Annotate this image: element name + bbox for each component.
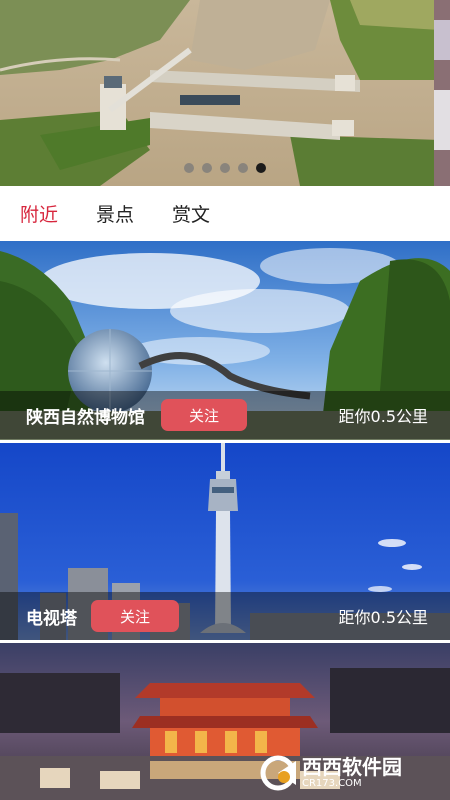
tab-attractions[interactable]: 景点	[96, 200, 134, 227]
place-name: 电视塔	[26, 608, 77, 629]
carousel-dot-active[interactable]	[256, 163, 266, 173]
banner-image	[0, 0, 450, 186]
banner-carousel[interactable]	[0, 0, 450, 186]
follow-button[interactable]: 关注	[91, 600, 179, 632]
carousel-dot[interactable]	[238, 163, 248, 173]
watermark-url: CR173.COM	[302, 778, 362, 789]
next-slide-peek	[434, 0, 450, 186]
carousel-dot[interactable]	[202, 163, 212, 173]
tab-nearby[interactable]: 附近	[20, 200, 58, 227]
follow-button[interactable]: 关注	[161, 399, 247, 431]
tab-culture[interactable]: 赏文	[172, 200, 210, 227]
place-info-bar: 陕西自然博物馆 关注 距你0.5公里	[0, 391, 450, 439]
carousel-dot[interactable]	[220, 163, 230, 173]
place-card-museum[interactable]: 陕西自然博物馆 关注 距你0.5公里	[0, 241, 450, 440]
watermark-brand: 西西软件园	[302, 755, 402, 779]
watermark-logo-icon	[260, 755, 296, 791]
place-card-tv-tower[interactable]: 电视塔 关注 距你0.5公里	[0, 443, 450, 640]
place-distance: 距你0.5公里	[338, 608, 428, 627]
watermark: 西西软件园 CR173.COM	[258, 752, 438, 794]
place-name: 陕西自然博物馆	[26, 407, 145, 428]
carousel-dot[interactable]	[184, 163, 194, 173]
place-distance: 距你0.5公里	[338, 407, 428, 426]
carousel-indicator	[0, 163, 450, 175]
place-info-bar: 电视塔 关注 距你0.5公里	[0, 592, 450, 640]
category-tabs: 附近 景点 赏文	[0, 186, 450, 241]
